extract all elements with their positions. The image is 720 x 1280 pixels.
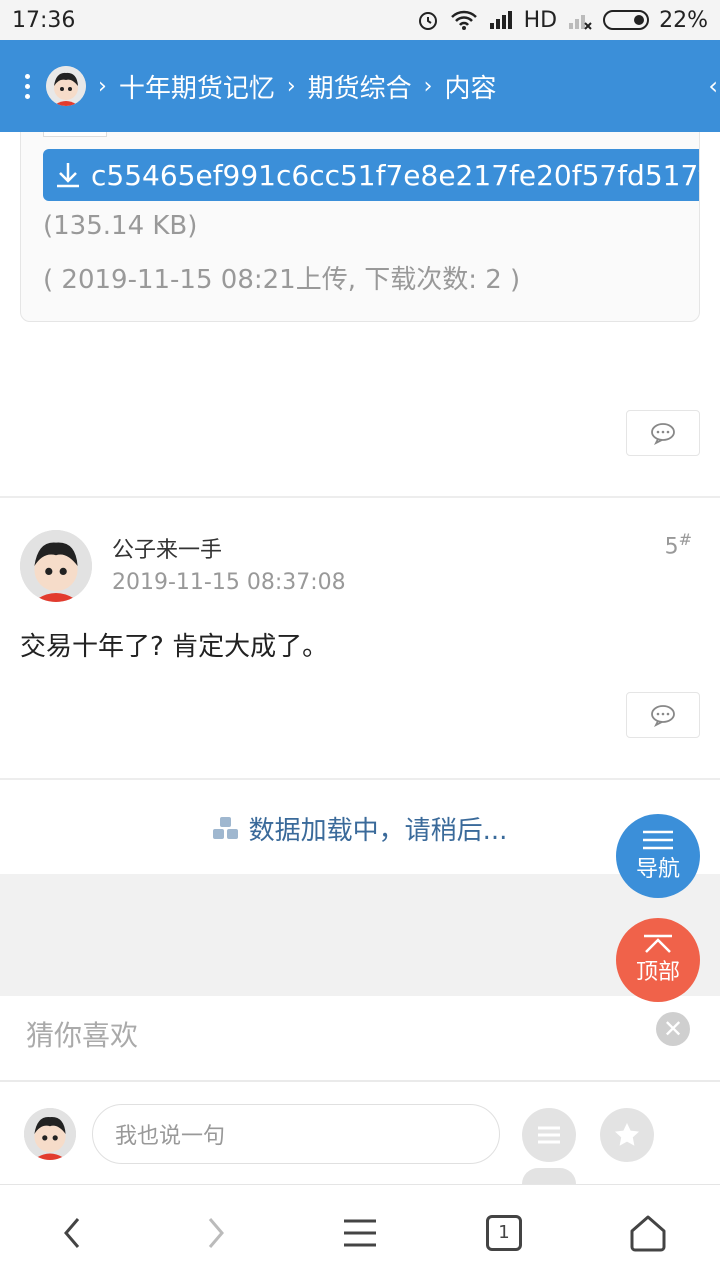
nav-float-label: 导航 [635, 857, 680, 882]
browser-bottom-nav: 1 [0, 1184, 720, 1280]
comment-button[interactable] [626, 692, 700, 738]
divider [0, 778, 720, 780]
attachment-card: c55465ef991c6cc51f7e8e217fe20f57fd517f (… [20, 100, 700, 322]
share-button[interactable] [522, 1168, 576, 1184]
battery-icon [603, 10, 650, 30]
network-label: HD [523, 7, 558, 33]
chevron-left-icon [64, 1217, 80, 1248]
back-button[interactable] [32, 1193, 112, 1273]
page: 17:36 HD 22% c55465ef991c6cc51f7e8e217fe… [0, 0, 720, 1280]
download-icon [57, 163, 79, 188]
signal-off-icon [569, 15, 592, 30]
home-icon [630, 1215, 666, 1251]
attachment-size: (135.14 KB) [43, 211, 198, 241]
post-timestamp: 2019-11-15 08:37:08 [112, 570, 346, 595]
alarm-icon [418, 12, 437, 30]
status-bar: 17:36 HD 22% [0, 0, 720, 40]
reply-bar: 我也说一句 [0, 1084, 720, 1184]
divider [0, 496, 720, 498]
hamburger-icon [344, 1219, 376, 1246]
status-icons: HD 22% [416, 8, 708, 33]
reply-input[interactable]: 我也说一句 [92, 1104, 500, 1164]
chevron-right-icon [208, 1217, 224, 1248]
comment-button[interactable] [626, 410, 700, 456]
post-author-name[interactable]: 公子来一手 [112, 532, 222, 564]
post-content: 交易十年了? 肯定大成了。 [20, 632, 329, 662]
list-menu-button[interactable] [522, 1108, 576, 1162]
arrow-up-icon [644, 934, 672, 953]
home-button[interactable] [608, 1193, 688, 1273]
top-float-label: 顶部 [635, 960, 680, 985]
attachment-filename: c55465ef991c6cc51f7e8e217fe20f57fd517f [91, 158, 700, 192]
top-header: › 十年期货记忆 › 期货综合 › 内容 ‹ [0, 40, 720, 132]
breadcrumb-separator: › [286, 73, 296, 99]
breadcrumb-separator: › [423, 73, 433, 99]
forward-button[interactable] [176, 1193, 256, 1273]
menu-button[interactable] [320, 1193, 400, 1273]
post-floor-number: 5# [664, 530, 692, 560]
attachment-meta: ( 2019-11-15 08:21上传, 下载次数: 2 ) [43, 265, 521, 295]
top-float-button[interactable]: 顶部 [616, 918, 700, 1002]
battery-level: 22% [659, 7, 708, 33]
loading-icon [212, 817, 239, 839]
star-icon [615, 1123, 639, 1146]
back-chevron-icon[interactable]: ‹ [708, 72, 718, 100]
breadcrumb-item-3: 内容 [444, 73, 497, 104]
loading-text: 数据加载中，请稍后... [248, 815, 508, 846]
list-icon [538, 1126, 560, 1144]
breadcrumb-item-1[interactable]: 十年期货记忆 [119, 68, 275, 105]
comment-icon [651, 423, 675, 445]
menu-icon [643, 830, 673, 850]
more-menu-icon[interactable] [18, 73, 36, 99]
wifi-icon [450, 10, 477, 30]
signal-icon [489, 11, 512, 29]
status-time: 17:36 [12, 7, 76, 33]
reply-avatar [24, 1108, 76, 1160]
post-author-avatar[interactable] [20, 530, 92, 602]
nav-float-button[interactable]: 导航 [616, 814, 700, 898]
breadcrumb-item-2[interactable]: 期货综合 [308, 68, 412, 105]
recommend-panel: 猜你喜欢 ✕ [0, 996, 720, 1082]
tab-count-icon: 1 [486, 1214, 522, 1251]
user-avatar[interactable] [46, 66, 86, 106]
recommend-title: 猜你喜欢 [26, 1019, 139, 1052]
loading-indicator: 数据加载中，请稍后... [0, 782, 720, 874]
favorite-button[interactable] [600, 1108, 654, 1162]
grey-spacer [0, 874, 720, 996]
breadcrumb-separator: › [98, 73, 107, 99]
tabs-button[interactable]: 1 [464, 1193, 544, 1273]
attachment-download-link[interactable]: c55465ef991c6cc51f7e8e217fe20f57fd517f [43, 149, 700, 201]
comment-icon [651, 705, 675, 727]
close-icon[interactable]: ✕ [656, 1012, 690, 1046]
